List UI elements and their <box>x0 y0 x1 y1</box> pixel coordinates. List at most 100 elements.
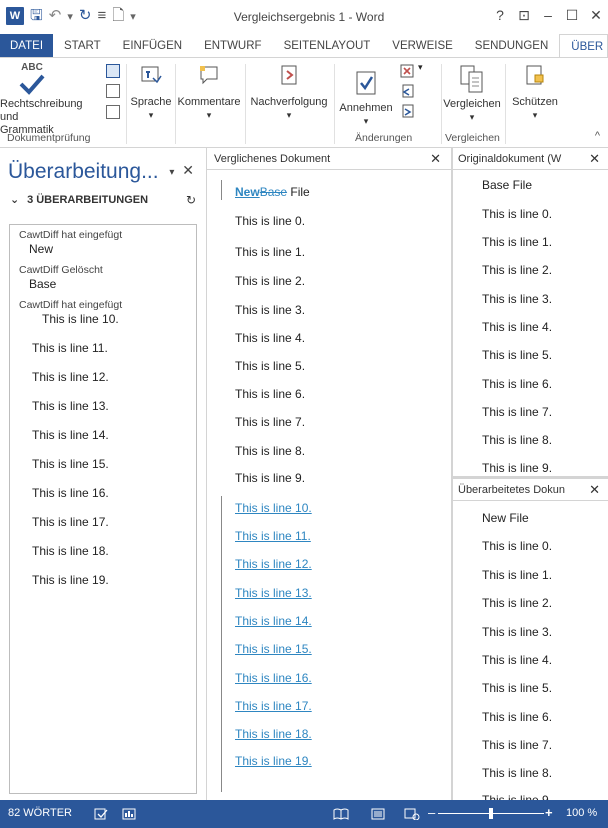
change-bar <box>221 180 222 200</box>
document-line: This is line 1. <box>482 235 553 249</box>
inserted-line: This is line 15. <box>235 642 312 656</box>
revision-entry[interactable]: CawtDiff hat eingefügt This is line 10. <box>10 299 196 341</box>
inserted-line: This is line 10. <box>235 501 312 515</box>
document-line: This is line 0. <box>482 207 553 221</box>
tab-sendungen[interactable]: SENDUNGEN <box>464 34 559 58</box>
protect-icon <box>526 65 544 85</box>
refresh-icon[interactable]: ↻ <box>186 193 196 207</box>
vergleichen-button[interactable]: Vergleichen ▾ <box>441 64 503 124</box>
document-line: This is line 1. <box>235 245 306 259</box>
document-line: This is line 2. <box>482 596 553 610</box>
comment-icon <box>200 66 218 85</box>
annehmen-button[interactable]: Annehmen ▾ <box>337 70 395 128</box>
web-layout-icon[interactable] <box>404 808 420 820</box>
sprache-button[interactable]: Sprache ▾ <box>128 64 174 122</box>
word-count-icon[interactable] <box>106 84 120 98</box>
tab-seitenlayout[interactable]: SEITENLAYOUT <box>273 34 382 58</box>
document-line: New File <box>482 511 529 525</box>
group-separator <box>334 64 335 144</box>
spelling-abc-label: ABC <box>21 62 43 73</box>
zoom-in-button[interactable]: + <box>545 805 553 820</box>
document-line: This is line 3. <box>482 292 553 306</box>
compared-document[interactable]: NewBase File This is line 0. This is lin… <box>207 170 451 800</box>
inserted-line: This is line 16. <box>235 671 312 685</box>
minimize-button[interactable]: – <box>536 4 560 26</box>
spelling-grammar-button[interactable]: ABC Rechtschreibung und Grammatik <box>0 62 83 137</box>
document-line: This is line 0. <box>482 539 553 553</box>
document-line: This is line 9. <box>482 461 553 475</box>
track-changes-icon <box>281 65 297 85</box>
print-layout-icon[interactable] <box>371 808 385 820</box>
tab-verweise[interactable]: VERWEISE <box>381 34 464 58</box>
revision-author: CawtDiff Gelöscht <box>19 264 103 276</box>
spelling-label-1: Rechtschreibung <box>0 98 83 110</box>
group-label-vergleichen: Vergleichen <box>445 132 500 144</box>
maximize-button[interactable]: ☐ <box>560 4 584 26</box>
close-icon[interactable]: ✕ <box>182 162 194 178</box>
inserted-line: This is line 18. <box>235 727 312 741</box>
close-icon[interactable]: ✕ <box>430 148 441 170</box>
sprache-label: Sprache <box>130 96 172 108</box>
revisions-count-row[interactable]: ⌄ 3 ÜBERARBEITUNGEN ↻ <box>10 193 196 207</box>
title-bar: W 🖫 ↶ ▾ ↻ ≡ 🗋 ▾ Vergleichsergebnis 1 - W… <box>0 0 608 34</box>
nachverfolgung-button[interactable]: Nachverfolgung ▾ <box>246 64 332 122</box>
revised-document-header: Überarbeitetes Dokun ✕ <box>453 479 608 501</box>
document-line: This is line 5. <box>235 359 306 373</box>
document-line: This is line 3. <box>482 625 553 639</box>
revision-content: Base <box>29 277 57 291</box>
document-line: This is line 0. <box>235 214 306 228</box>
nachverfolgung-dropdown-icon: ▾ <box>286 110 292 120</box>
group-label-aenderungen: Änderungen <box>355 132 413 144</box>
list-item: This is line 11. <box>32 341 108 355</box>
inserted-line: This is line 11. <box>235 529 311 543</box>
next-change-icon[interactable] <box>400 104 414 118</box>
zoom-slider-thumb[interactable] <box>489 808 493 819</box>
zoom-out-button[interactable]: – <box>428 805 435 820</box>
document-line: This is line 9. <box>235 471 306 485</box>
tab-datei[interactable]: DATEI <box>0 34 54 58</box>
ribbon-display-icon[interactable]: ⊡ <box>512 4 536 26</box>
reject-icon[interactable] <box>400 64 414 78</box>
revisions-count: 3 ÜBERARBEITUNGEN <box>27 194 149 206</box>
tab-start[interactable]: START <box>53 34 112 58</box>
read-mode-icon[interactable] <box>333 808 349 820</box>
accept-icon <box>356 71 376 95</box>
document-line: This is line 8. <box>482 766 553 780</box>
chevron-down-icon[interactable]: ⌄ <box>10 193 24 206</box>
close-icon[interactable]: ✕ <box>585 148 600 169</box>
close-icon[interactable]: ✕ <box>585 479 600 500</box>
compared-document-title: Verglichenes Dokument <box>214 153 331 165</box>
document-line: This is line 6. <box>482 377 553 391</box>
kommentare-dropdown-icon: ▾ <box>206 110 212 120</box>
revised-document-title: Überarbeitetes Dokun <box>458 484 566 496</box>
document-line: This is line 7. <box>235 415 306 429</box>
revisions-list: CawtDiff hat eingefügt New CawtDiff Gelö… <box>9 224 197 794</box>
previous-change-icon[interactable] <box>400 84 414 98</box>
inserted-line: This is line 19. <box>235 754 312 768</box>
revision-entry-lines: This is line 11. This is line 12. This i… <box>10 341 196 602</box>
nachverfolgung-label: Nachverfolgung <box>250 96 328 108</box>
zoom-level[interactable]: 100 % <box>566 807 597 819</box>
tab-ueberpruefen[interactable]: ÜBER <box>559 34 608 58</box>
thesaurus-icon[interactable] <box>106 64 120 78</box>
document-line: This is line 6. <box>235 387 306 401</box>
compare-icon <box>460 65 483 93</box>
revision-entry[interactable]: CawtDiff hat eingefügt New <box>10 229 196 257</box>
abc-123-icon[interactable] <box>106 105 120 119</box>
kommentare-button[interactable]: Kommentare ▾ <box>175 64 243 122</box>
schuetzen-button[interactable]: Schützen ▾ <box>506 64 564 122</box>
revision-content: This is line 10. <box>42 312 119 326</box>
help-icon[interactable]: ? <box>488 4 512 26</box>
tab-entwurf[interactable]: ENTWURF <box>193 34 273 58</box>
collapse-ribbon-icon[interactable]: ^ <box>595 130 600 142</box>
revision-entry[interactable]: CawtDiff Gelöscht Base <box>10 264 196 292</box>
reject-dropdown-icon[interactable]: ▾ <box>418 62 423 73</box>
word-count[interactable]: 82 WÖRTER <box>8 807 72 819</box>
tab-einfuegen[interactable]: EINFÜGEN <box>112 34 193 58</box>
macro-icon[interactable] <box>122 808 136 820</box>
revision-author: CawtDiff hat eingefügt <box>19 229 123 241</box>
proofing-icon[interactable] <box>94 808 108 820</box>
close-button[interactable]: ✕ <box>584 4 608 26</box>
pane-menu-icon[interactable]: ▾ <box>169 167 174 178</box>
pane-splitter[interactable] <box>451 148 453 800</box>
